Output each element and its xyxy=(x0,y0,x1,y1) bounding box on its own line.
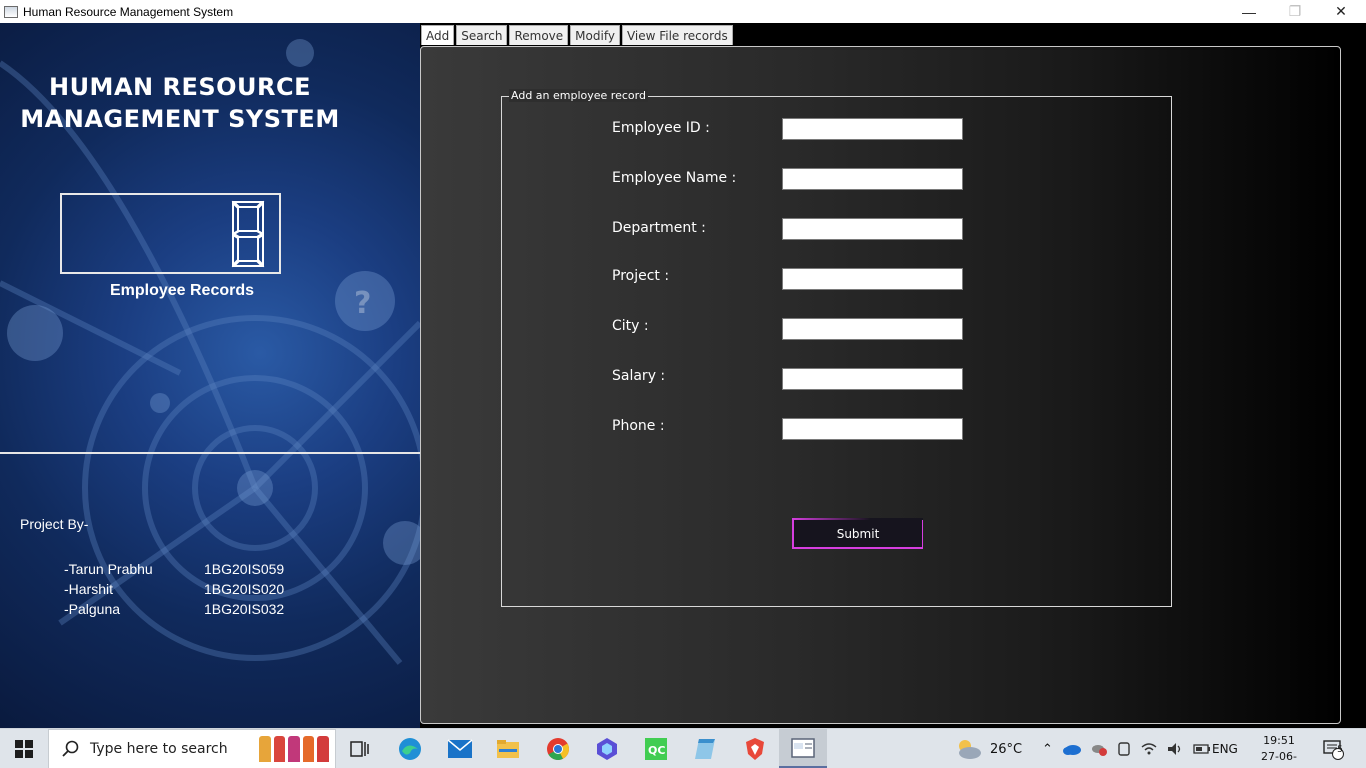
team-member: -Harshit 1BG20IS020 xyxy=(64,581,284,597)
hrms-app-icon[interactable] xyxy=(779,729,827,768)
project-label: Project : xyxy=(612,268,670,284)
member-usn: 1BG20IS032 xyxy=(204,601,285,617)
member-usn: 1BG20IS059 xyxy=(204,561,285,577)
svg-text:?: ? xyxy=(354,286,371,321)
system-clock[interactable]: 19:51 27-06-2023 xyxy=(1248,733,1310,768)
meet-now-icon[interactable] xyxy=(1091,741,1107,757)
member-usn: 1BG20IS020 xyxy=(204,581,285,597)
tab-view-file-records[interactable]: View File records xyxy=(621,25,733,45)
member-name: -Harshit xyxy=(64,581,114,597)
member-name: -Tarun Prabhu xyxy=(64,561,153,577)
tab-remove[interactable]: Remove xyxy=(509,25,569,45)
project-input[interactable] xyxy=(782,268,963,290)
app-heading: HUMAN RESOURCE MANAGEMENT SYSTEM xyxy=(0,71,360,135)
salary-input[interactable] xyxy=(782,368,963,390)
phone-input[interactable] xyxy=(782,418,963,440)
tab-add[interactable]: Add xyxy=(421,25,455,45)
maximize-button[interactable]: ❐ xyxy=(1272,0,1318,23)
notification-count: 5 xyxy=(1337,745,1343,755)
taskbar-search-box[interactable]: Type here to search xyxy=(48,729,336,768)
search-highlight-illustration-icon xyxy=(259,736,329,764)
tab-modify[interactable]: Modify xyxy=(570,25,620,45)
device-icon[interactable] xyxy=(1117,741,1131,757)
file-explorer-icon[interactable] xyxy=(484,729,532,768)
windows-logo-icon xyxy=(15,740,33,758)
tab-content-panel: Add an employee record Employee ID : Emp… xyxy=(420,46,1341,724)
window-title-bar: Human Resource Management System — ❐ ✕ xyxy=(0,0,1366,23)
close-button[interactable]: ✕ xyxy=(1318,0,1364,23)
brave-icon[interactable] xyxy=(731,729,779,768)
employee-id-input[interactable] xyxy=(782,118,963,140)
city-input[interactable] xyxy=(782,318,963,340)
partly-cloudy-night-icon xyxy=(959,740,981,759)
app-heading-line1: HUMAN RESOURCE xyxy=(48,73,311,101)
sidebar-panel: ? HUMAN RESOURCE MANAGEMENT SYSTEM Emplo… xyxy=(0,23,420,728)
minimize-button[interactable]: — xyxy=(1226,0,1272,23)
seven-segment-digit xyxy=(231,200,265,268)
record-count-display xyxy=(60,193,281,274)
copilot-icon[interactable] xyxy=(583,729,631,768)
tab-bar: Add Search Remove Modify View File recor… xyxy=(421,25,733,45)
system-tray: ⌃ xyxy=(1042,729,1211,768)
clock-time: 19:51 xyxy=(1263,734,1295,747)
language-code: ENG xyxy=(1212,742,1238,756)
window-title: Human Resource Management System xyxy=(23,4,234,19)
department-input[interactable] xyxy=(782,218,963,240)
project-by-label: Project By- xyxy=(20,516,89,532)
sidebar-divider xyxy=(0,452,420,454)
search-icon xyxy=(62,740,79,757)
chevron-up-icon[interactable]: ⌃ xyxy=(1042,742,1053,757)
qt-creator-icon[interactable]: QC xyxy=(632,729,680,768)
team-member: -Tarun Prabhu 1BG20IS059 xyxy=(64,561,284,577)
salary-label: Salary : xyxy=(612,368,666,384)
app-heading-line2: MANAGEMENT SYSTEM xyxy=(20,105,340,133)
notepad-icon[interactable] xyxy=(681,729,729,768)
clock-date: 27-06-2023 xyxy=(1261,750,1297,768)
phone-label: Phone : xyxy=(612,418,665,434)
city-label: City : xyxy=(612,318,649,334)
tab-search[interactable]: Search xyxy=(456,25,508,45)
employee-name-label: Employee Name : xyxy=(612,170,737,186)
search-placeholder: Type here to search xyxy=(90,741,228,757)
chrome-icon[interactable] xyxy=(534,729,582,768)
task-view-icon[interactable] xyxy=(336,729,384,768)
employee-name-input[interactable] xyxy=(782,168,963,190)
add-employee-group: Add an employee record Employee ID : Emp… xyxy=(501,89,1172,607)
employee-id-label: Employee ID : xyxy=(612,120,710,136)
member-name: -Palguna xyxy=(64,601,121,617)
start-button[interactable] xyxy=(0,729,48,768)
group-title: Add an employee record xyxy=(509,89,648,102)
mail-icon[interactable] xyxy=(436,729,484,768)
edge-icon[interactable] xyxy=(386,729,434,768)
volume-icon[interactable] xyxy=(1167,742,1183,756)
battery-icon[interactable] xyxy=(1193,743,1211,755)
notification-center-button[interactable]: 5 xyxy=(1322,729,1344,768)
team-member: -Palguna 1BG20IS032 xyxy=(64,601,284,617)
onedrive-icon[interactable] xyxy=(1062,743,1081,755)
submit-button[interactable]: Submit xyxy=(792,518,923,549)
weather-temperature: 26°C xyxy=(990,741,1023,757)
weather-widget[interactable]: 26°C xyxy=(955,729,1022,768)
language-indicator[interactable]: ENG xyxy=(1212,729,1238,768)
employee-records-label: Employee Records xyxy=(109,282,255,299)
app-window-icon xyxy=(4,5,18,18)
department-label: Department : xyxy=(612,220,706,236)
taskbar: Type here to search QC 26°C ⌃ ENG 19:51 … xyxy=(0,728,1366,768)
wifi-icon[interactable] xyxy=(1141,742,1157,756)
svg-text:QC: QC xyxy=(648,744,665,757)
